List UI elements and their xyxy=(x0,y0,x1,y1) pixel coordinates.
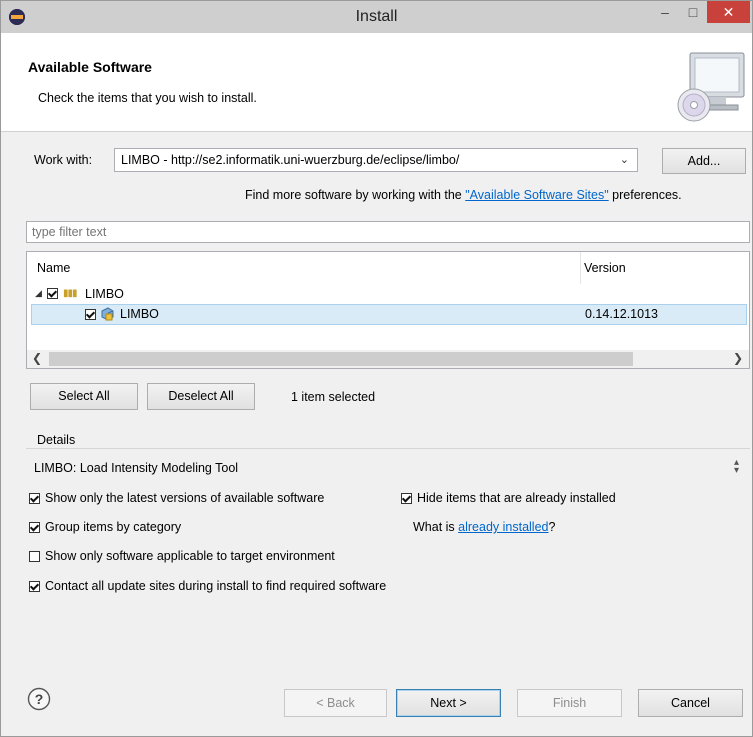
available-sites-hint: Find more software by working with the "… xyxy=(245,188,682,202)
latest-versions-option[interactable]: Show only the latest versions of availab… xyxy=(29,491,324,505)
cancel-button[interactable]: Cancel xyxy=(638,689,743,717)
deselect-all-button[interactable]: Deselect All xyxy=(147,383,255,410)
group-by-category-checkbox[interactable] xyxy=(29,522,40,534)
install-monitor-icon xyxy=(677,52,745,122)
finish-button[interactable]: Finish xyxy=(517,689,622,717)
select-all-button[interactable]: Select All xyxy=(30,383,138,410)
horizontal-scrollbar[interactable]: ❮ ❯ xyxy=(27,350,749,368)
category-checkbox[interactable] xyxy=(47,288,58,299)
details-text: LIMBO: Load Intensity Modeling Tool xyxy=(34,461,239,475)
target-environment-option[interactable]: Show only software applicable to target … xyxy=(29,549,335,563)
work-with-label: Work with: xyxy=(34,153,93,167)
category-icon: ▮▮▮ xyxy=(63,288,77,299)
contact-update-sites-option[interactable]: Contact all update sites during install … xyxy=(29,579,386,593)
already-installed-link[interactable]: already installed xyxy=(458,520,548,534)
details-divider xyxy=(26,448,750,449)
column-version[interactable]: Version xyxy=(584,261,626,275)
work-with-combo[interactable]: LIMBO - http://se2.informatik.uni-wuerzb… xyxy=(114,148,638,172)
scroll-left-icon[interactable]: ❮ xyxy=(32,351,42,365)
available-software-sites-link[interactable]: "Available Software Sites" xyxy=(465,188,608,202)
feature-version: 0.14.12.1013 xyxy=(585,307,658,321)
feature-checkbox[interactable] xyxy=(85,309,96,320)
add-site-button[interactable]: Add... xyxy=(662,148,746,174)
tree-row-feature[interactable]: LIMBO 0.14.12.1013 xyxy=(31,304,747,325)
next-button[interactable]: Next > xyxy=(396,689,501,717)
feature-name: LIMBO xyxy=(120,307,159,321)
chevron-down-icon: ⌄ xyxy=(619,154,629,166)
filter-input[interactable] xyxy=(27,222,749,242)
window-title: Install xyxy=(355,8,398,25)
details-label: Details xyxy=(37,433,76,447)
back-button[interactable]: < Back xyxy=(284,689,387,717)
contact-update-sites-checkbox[interactable] xyxy=(29,581,40,593)
page-title: Available Software xyxy=(28,59,152,75)
latest-versions-checkbox[interactable] xyxy=(29,493,40,505)
maximize-button[interactable]: □ xyxy=(679,1,707,23)
header-banner: Available Software Check the items that … xyxy=(1,33,752,132)
selection-count: 1 item selected xyxy=(291,390,376,404)
hide-installed-checkbox[interactable] xyxy=(401,493,412,505)
category-name: LIMBO xyxy=(85,287,124,301)
title-bar: Install – □ ✕ xyxy=(1,1,752,33)
work-with-value: LIMBO - http://se2.informatik.uni-wuerzb… xyxy=(121,153,460,167)
filter-field[interactable] xyxy=(26,221,750,243)
svg-text:?: ? xyxy=(35,691,44,707)
page-description: Check the items that you wish to install… xyxy=(38,91,257,105)
software-tree[interactable]: Name Version ◢ ▮▮▮ LIMBO LIMBO 0.14.12.1… xyxy=(26,251,750,369)
already-installed-hint: What is already installed? xyxy=(413,520,556,534)
help-icon[interactable]: ? xyxy=(27,687,51,711)
target-environment-checkbox[interactable] xyxy=(29,551,40,563)
minimize-button[interactable]: – xyxy=(651,1,679,23)
expand-arrow-icon[interactable]: ◢ xyxy=(35,288,42,299)
install-dialog: Install – □ ✕ Available Software Check t… xyxy=(0,0,753,737)
scroll-right-icon[interactable]: ❯ xyxy=(733,351,743,365)
tree-row-category[interactable]: ◢ ▮▮▮ LIMBO xyxy=(27,285,749,304)
scroll-thumb[interactable] xyxy=(49,352,633,366)
close-button[interactable]: ✕ xyxy=(707,1,750,23)
group-by-category-option[interactable]: Group items by category xyxy=(29,520,181,534)
details-scroll-icon[interactable]: ▴ ▾ xyxy=(734,458,739,476)
column-name[interactable]: Name xyxy=(37,261,70,275)
hide-installed-option[interactable]: Hide items that are already installed xyxy=(401,491,616,505)
feature-plugin-icon xyxy=(101,307,114,321)
tree-header: Name Version xyxy=(27,252,749,284)
